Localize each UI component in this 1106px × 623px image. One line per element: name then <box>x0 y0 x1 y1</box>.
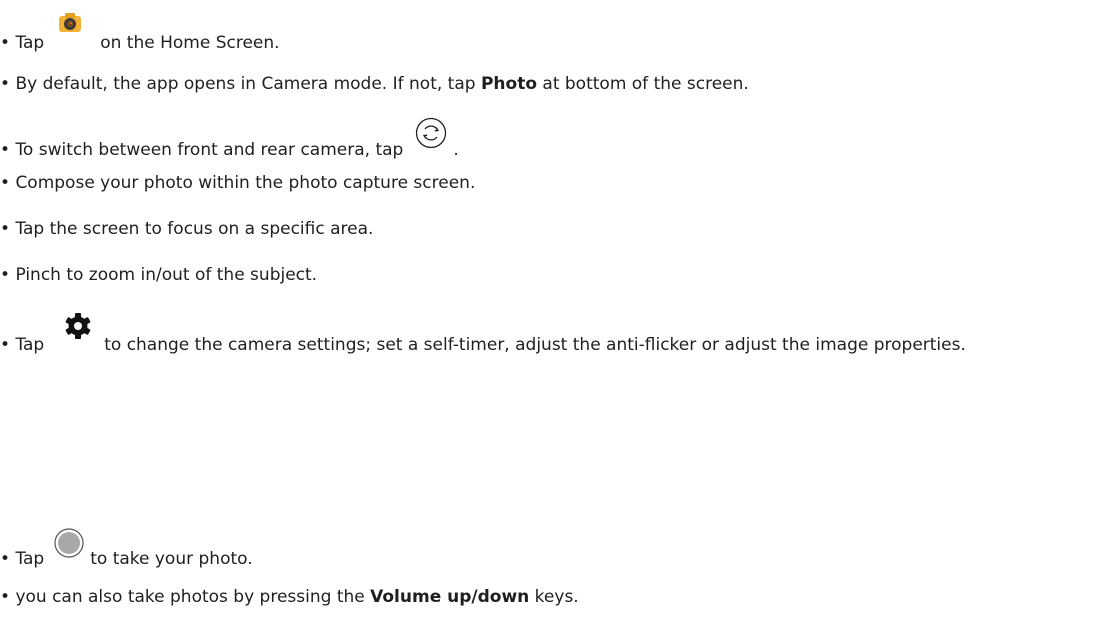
step-default-mode: • By default, the app opens in Camera mo… <box>0 73 1106 95</box>
step-text-after: at bottom of the screen. <box>537 74 749 94</box>
step-text-after: . <box>453 140 459 160</box>
step-open-camera: • Tap on the Home Screen. <box>0 13 1106 54</box>
step-settings: • Tap to change the camera settings; set… <box>0 313 1100 356</box>
step-text-before: By default, the app opens in Camera mode… <box>15 74 481 94</box>
step-text: Tap the screen to focus on a specific ar… <box>15 219 374 239</box>
instruction-document: • Tap on the Home Screen. • By default, … <box>0 0 1106 623</box>
step-focus: • Tap the screen to focus on a specific … <box>0 218 1106 240</box>
bullet: • <box>0 173 11 193</box>
bullet: • <box>0 74 11 94</box>
step-text-before: To switch between front and rear camera,… <box>15 140 404 160</box>
switch-camera-icon <box>415 117 447 149</box>
bullet: • <box>0 33 11 53</box>
step-text-before: Tap <box>15 549 45 569</box>
step-text-after: on the Home Screen. <box>100 33 280 53</box>
step-text-after: to change the camera settings; set a sel… <box>104 335 966 355</box>
bullet: • <box>0 335 11 355</box>
step-text-after: to take your photo. <box>90 549 253 569</box>
step-text: Pinch to zoom in/out of the subject. <box>15 265 318 285</box>
step-text-after: keys. <box>529 587 579 607</box>
step-switch-camera: • To switch between front and rear camer… <box>0 117 1106 161</box>
volume-keys-label: Volume up/down <box>370 587 530 607</box>
step-volume-keys: • you can also take photos by pressing t… <box>0 586 1106 608</box>
shutter-icon <box>54 528 84 558</box>
step-text-before: you can also take photos by pressing the <box>15 587 371 607</box>
camera-app-icon <box>58 12 82 34</box>
bullet: • <box>0 587 11 607</box>
step-text-before: Tap <box>15 335 45 355</box>
photo-mode-label: Photo <box>480 74 537 94</box>
bullet: • <box>0 140 11 160</box>
gear-icon <box>64 312 92 340</box>
step-take-photo: • Tap to take your photo. <box>0 528 1106 570</box>
step-zoom: • Pinch to zoom in/out of the subject. <box>0 264 1106 286</box>
bullet: • <box>0 265 11 285</box>
bullet: • <box>0 549 11 569</box>
step-text-before: Tap <box>15 33 45 53</box>
bullet: • <box>0 219 11 239</box>
step-compose: • Compose your photo within the photo ca… <box>0 172 1106 194</box>
step-text: Compose your photo within the photo capt… <box>15 173 476 193</box>
